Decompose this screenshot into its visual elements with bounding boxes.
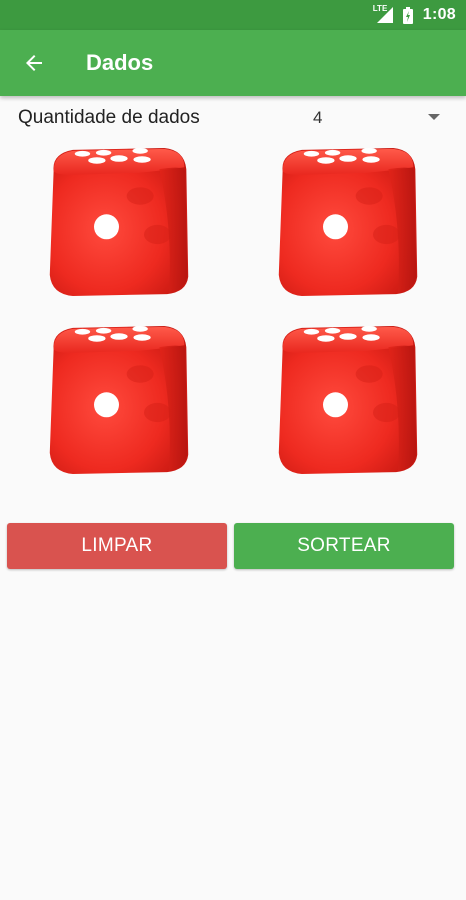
die-2[interactable] [273, 142, 423, 302]
status-bar: LTE 1:08 [0, 0, 466, 30]
network-type: LTE [372, 4, 388, 13]
app-bar: Dados [0, 30, 466, 96]
die-4[interactable] [273, 320, 423, 480]
chevron-down-icon [428, 114, 440, 120]
signal-icon: LTE [372, 4, 395, 24]
quantity-value: 4 [313, 108, 323, 127]
clear-button[interactable]: LIMPAR [7, 523, 227, 569]
die-face-icon [49, 325, 189, 475]
die-face-icon [278, 325, 418, 475]
quantity-spinner[interactable]: 4 [300, 100, 450, 136]
die-face-icon [278, 147, 418, 297]
arrow-left-icon[interactable] [22, 51, 46, 75]
roll-button[interactable]: SORTEAR [234, 523, 454, 569]
clock: 1:08 [422, 6, 456, 23]
die-face-icon [49, 147, 189, 297]
die-1[interactable] [44, 142, 194, 302]
page-title: Dados [86, 50, 154, 75]
quantity-label: Quantidade de dados [18, 107, 200, 128]
quantity-row: Quantidade de dados 4 [0, 100, 466, 136]
battery-icon [402, 6, 413, 24]
die-3[interactable] [44, 320, 194, 480]
